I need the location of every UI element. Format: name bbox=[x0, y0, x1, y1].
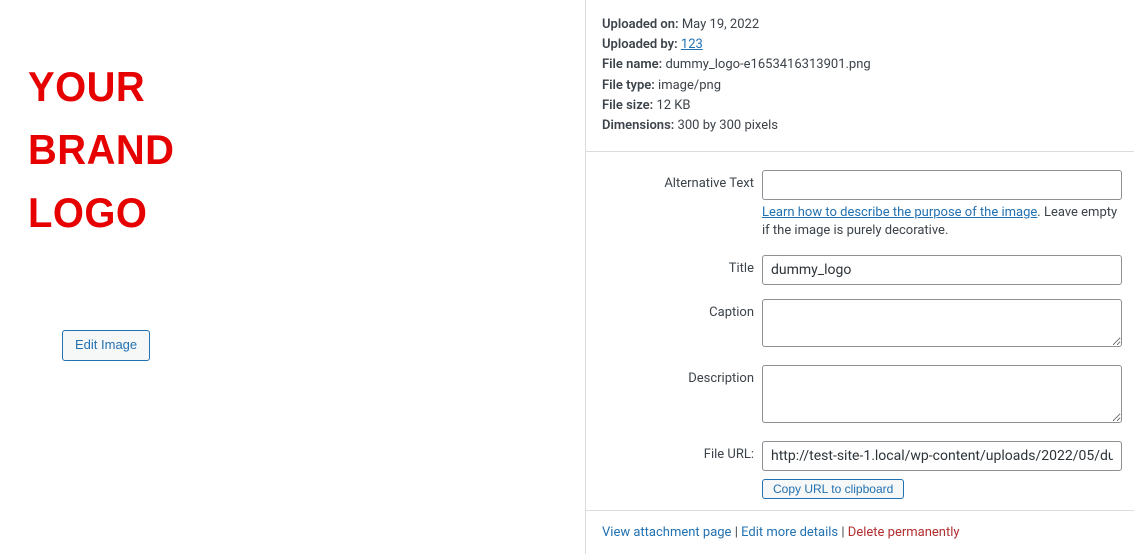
file-size-label: File size: bbox=[602, 98, 653, 113]
uploaded-on-label: Uploaded on: bbox=[602, 17, 679, 32]
uploaded-by-link[interactable]: 123 bbox=[681, 37, 703, 52]
attachment-details-pane: Uploaded on: May 19, 2022 Uploaded by: 1… bbox=[585, 0, 1134, 554]
file-size-value: 12 KB bbox=[656, 98, 690, 113]
alt-text-label: Alternative Text bbox=[586, 170, 762, 191]
attachment-meta: Uploaded on: May 19, 2022 Uploaded by: 1… bbox=[586, 16, 1134, 152]
alt-text-input[interactable] bbox=[762, 170, 1122, 200]
title-label: Title bbox=[586, 255, 762, 276]
uploaded-by-label: Uploaded by: bbox=[602, 37, 678, 52]
view-attachment-link[interactable]: View attachment page bbox=[602, 525, 731, 540]
attachment-thumbnail: YOUR BRAND LOGO bbox=[0, 0, 300, 300]
alt-text-help: Learn how to describe the purpose of the… bbox=[762, 204, 1122, 240]
file-url-input[interactable] bbox=[762, 441, 1122, 471]
edit-more-details-link[interactable]: Edit more details bbox=[741, 525, 838, 540]
caption-label: Caption bbox=[586, 299, 762, 320]
caption-input[interactable] bbox=[762, 299, 1122, 347]
copy-url-button[interactable]: Copy URL to clipboard bbox=[762, 479, 904, 499]
attachment-actions: View attachment page | Edit more details… bbox=[586, 510, 1134, 554]
file-type-value: image/png bbox=[658, 78, 721, 93]
file-name-value: dummy_logo-e1653416313901.png bbox=[665, 57, 870, 72]
file-url-label: File URL: bbox=[586, 441, 762, 462]
edit-image-button[interactable]: Edit Image bbox=[62, 330, 150, 361]
thumb-line1: YOUR bbox=[28, 63, 145, 110]
description-input[interactable] bbox=[762, 365, 1122, 423]
description-label: Description bbox=[586, 365, 762, 386]
dimensions-label: Dimensions: bbox=[602, 118, 674, 133]
file-type-label: File type: bbox=[602, 78, 655, 93]
file-name-label: File name: bbox=[602, 57, 662, 72]
dimensions-value: 300 by 300 pixels bbox=[678, 118, 778, 133]
thumb-line2: BRAND bbox=[28, 126, 174, 173]
delete-permanently-link[interactable]: Delete permanently bbox=[848, 525, 960, 540]
title-input[interactable] bbox=[762, 255, 1122, 285]
thumb-line3: LOGO bbox=[28, 189, 147, 236]
attachment-preview-pane: YOUR BRAND LOGO Edit Image bbox=[0, 0, 585, 554]
alt-text-help-link[interactable]: Learn how to describe the purpose of the… bbox=[762, 205, 1037, 220]
uploaded-on-value: May 19, 2022 bbox=[682, 17, 759, 32]
